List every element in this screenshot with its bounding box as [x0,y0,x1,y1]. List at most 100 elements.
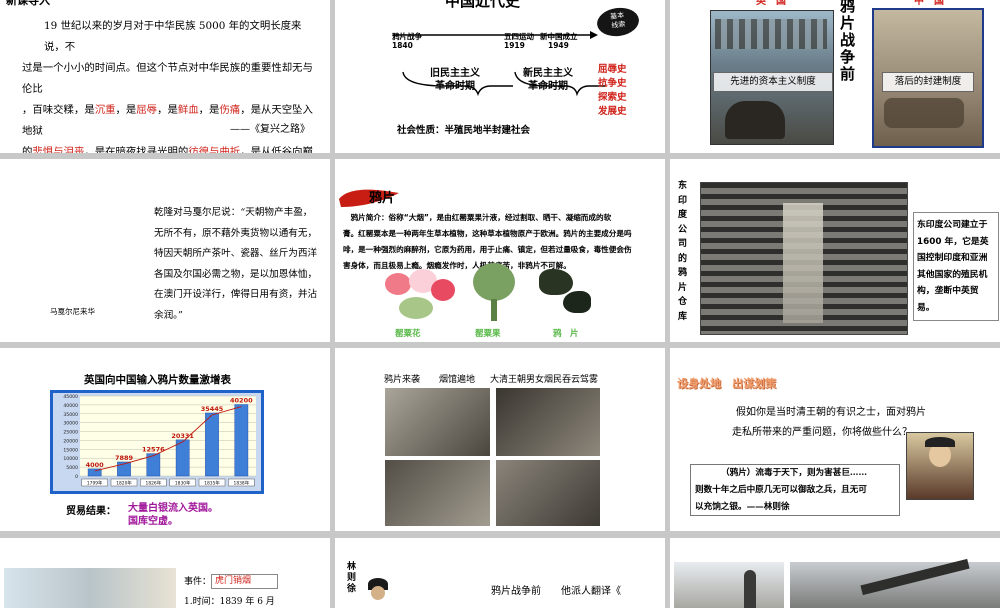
east-india-info-box: 东印度公司建立于 1600 年，它是英国控制印度和亚洲其他国家的殖民机构，垄断中… [913,212,999,321]
macartney-caption: 马戛尔尼来华 [50,307,95,316]
history-theme: 探索史 [598,92,627,103]
humen-painting-image [4,568,176,608]
quote-line: 乾隆对马戛尔尼说：“天朝物产丰盈， [154,207,313,218]
photo-opium-smokers-1 [385,388,490,456]
x-tick-label: 1820年 [116,479,132,486]
slide-7-opium-import-chart[interactable]: 英国向中国输入鸦片数量激增表 0 5000 10000 15000 20000 25000… [0,348,330,531]
x-tick-label: 1826年 [146,479,162,486]
plot-area [80,396,256,476]
statue-photo [674,562,784,608]
data-label: 7889 [115,454,134,462]
vertical-title: 林则徐 [347,562,357,595]
society-nature: 社会性质：半殖民地半封建社会 [397,125,531,136]
y-tick-label: 20000 [63,438,78,444]
vertical-char: 片 [840,14,856,32]
quote-source: ——《复兴之路》 [230,124,310,135]
vertical-char: 则 [347,573,357,583]
history-theme: 屈辱史 [598,64,627,75]
y-tick-label: 5000 [66,465,78,471]
country-britain: 英 国 [756,0,786,7]
vertical-char: 公 [678,224,688,235]
bar [234,404,249,477]
slide-4-qianlong[interactable]: 乾隆对马戛尔尼说：“天朝物产丰盈， 无所不有，原不藉外夷货物以通有无， 特因天朝所产… [0,159,330,342]
data-label: 20331 [171,432,194,440]
period-old-democratic: 旧民主主义 革命时期 [430,68,480,92]
vertical-char: 仓 [678,297,688,307]
slide-5-opium[interactable]: 鸦片 鸦片简介：俗称“大烟”，是由红罂粟果汁液，经过割取、晒干、凝缩而成的软 膏。… [335,159,665,342]
data-label: 35445 [201,405,224,413]
bar [205,412,219,477]
intro-line: 19 世纪以来的岁月对于中华民族 5000 年的文明长度来说，不 [44,20,302,53]
vertical-char: 争 [840,48,856,66]
slide-1-intro[interactable]: 新课导入 19 世纪以来的岁月对于中华民族 5000 年的文明长度来说，不 过是一… [0,0,330,153]
vertical-char: 鸦 [678,268,688,278]
event-may-fourth: 五四运动 1919 [504,32,534,50]
event-prc-founding: 新中国成立 1949 [540,32,578,50]
opium-cake-image [563,291,591,313]
monument-photo [790,558,1000,608]
photo-opium-smokers-2 [496,388,600,456]
history-themes: 屈辱史 抗争史 探索史 发展史 [598,63,627,119]
question-text: 假如你是当时清王朝的有识之士，面对鸦片 走私所带来的严重问题，你将做些什么？ [732,407,926,438]
slide-11-lin-zexu[interactable]: 林则徐 鸦片战争前 他派人翻译《 [335,538,665,608]
event-name: 虎门销烟 [211,574,278,589]
text-line: 鸦片简介：俗称“大烟”，是由红罂粟果汁液，经过割取、晒干、凝缩而成的软 [343,213,612,222]
slide-12-monument[interactable] [670,538,1000,608]
event-label: 事件： [184,577,212,587]
event-opium-war: 鸦片战争 1840 [392,32,422,50]
lin-zexu-quote: （鸦片）流毒于天下，则为害甚巨…… 则数十年之后中原几无可以御敌之兵，且无可 以充饷… [690,464,900,516]
quote-line: 余润。” [154,309,183,321]
poppy-stem [491,299,497,321]
vertical-char: 的 [678,253,688,264]
intro-line: 的悲惧与泪丧，是在暗夜找寻光明的彷徨与曲折，是从低谷向巅峰攀 [22,146,313,153]
slide-10-humen[interactable]: 事件： 虎门销烟 1.时间：1839 年 6 月 [0,538,330,608]
vertical-char: 印 [678,195,688,206]
caption-opium-arrives: 鸦片来袭 [384,375,421,385]
x-tick-label: 1838年 [234,479,250,486]
y-tick-label: 35000 [63,412,78,418]
caption-opium-dens: 烟馆遍地 [439,375,476,385]
vertical-char: 度 [678,210,688,220]
slide-9-think-as-official[interactable]: 设身处地 出谋划策 假如你是当时清王朝的有识之士，面对鸦片 走私所带来的严重问题，… [670,348,1000,531]
quote-line: 无所不有，原不藉外夷货物以通有无， [154,227,318,239]
y-tick-label: 40000 [63,403,78,409]
vertical-char: 片 [678,282,688,293]
lin-zexu-portrait [906,432,974,500]
x-tick-label: 1830年 [175,479,191,486]
quote-line: 各国及尔国必需之物，是以加恩体恤， [154,268,318,280]
label-poppy-pod: 罂粟果 [475,329,501,339]
x-tick-label: 1835年 [204,479,220,486]
y-tick-label: 15000 [63,447,78,453]
photo-opium-smokers-4 [496,460,600,526]
history-theme: 抗争史 [598,78,627,89]
slide-8-opium-photos[interactable]: 鸦片来袭 烟馆遍地 大清王朝男女烟民吞云驾雾 [335,348,665,531]
poppy-pod-image [473,263,515,301]
photo-opium-smokers-3 [385,460,490,526]
vertical-char: 鸦 [840,0,856,15]
text-line: 啡，是一种强烈的麻醉剂，它原为药用，用于止痛、镇定，但若过量吸食，毒性便会伤 [343,245,632,254]
quote-line: 特因天朝所产茶叶、瓷器、丝斤为西洋 [154,248,318,259]
slide-text: 鸦片战争前 他派人翻译《 [491,586,621,597]
slide-3-before-opium-war[interactable]: 英 国 中 国 先进的资本主义制度 鸦片战争前 落后的封建制度 [670,0,1000,153]
vertical-title: 鸦片战争前 [840,0,856,83]
poppy-flower-image [381,267,459,323]
y-tick-label: 45000 [63,394,78,400]
data-label: 4000 [86,461,105,469]
text-line: 膏。红罂粟本是一种两年生草本植物，这种草本植物原产于欧洲。鸦片的主要成分是吗 [343,229,632,238]
slide-2-modern-history[interactable]: 中国近代史 鸦片战争 1840 五四运动 1919 新中国成立 1949 旧民主主义革… [335,0,665,153]
caption-smokers: 大清王朝男女烟民吞云驾雾 [490,375,599,385]
y-tick-label: 10000 [63,456,78,462]
caption-feudalism: 落后的封建制度 [882,72,974,92]
opium-warehouse-image [700,182,908,335]
bar [175,439,190,477]
vertical-char: 战 [840,31,856,49]
label-opium: 鸦 片 [553,329,579,339]
arrowhead-icon [590,31,598,39]
period-new-democratic: 新民主主义 革命时期 [523,68,573,92]
trade-result-label: 贸易结果： [66,506,116,517]
y-tick-label: 0 [75,474,78,480]
slide-6-east-india-company[interactable]: 东印度公司的鸦片仓库 东印度公司建立于 1600 年，它是英国控制印度和亚洲其他… [670,159,1000,342]
quote-line: 在澳门开设洋行，俾得日用有资，并沾 [154,289,318,300]
vertical-char: 前 [840,65,856,83]
vertical-char: 东 [678,181,688,191]
